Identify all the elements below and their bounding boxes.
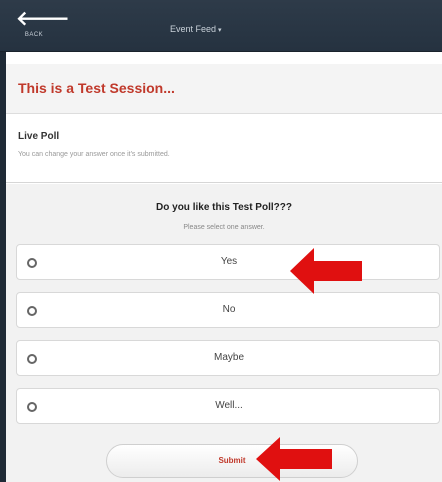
event-feed-dropdown[interactable]: Event Feed ▾ <box>170 24 222 38</box>
poll-option-maybe[interactable]: Maybe <box>16 340 440 376</box>
option-label: No <box>222 304 236 315</box>
submit-label: Submit <box>218 456 246 465</box>
poll-option-yes[interactable]: Yes <box>16 244 440 280</box>
back-label: BACK <box>24 32 44 38</box>
poll-type-label: Live Poll <box>18 131 60 142</box>
back-button[interactable]: 🡐 BACK <box>16 8 70 46</box>
option-label: Maybe <box>213 352 244 363</box>
annotation-arrow-icon <box>256 437 332 481</box>
option-label: Well... <box>215 400 243 411</box>
content-panel: This is a Test Session... Live Poll You … <box>6 52 442 482</box>
caret-down-icon: ▾ <box>218 27 222 34</box>
session-title: This is a Test Session... <box>18 80 175 96</box>
poll-body: Do you like this Test Poll??? Please sel… <box>6 184 442 482</box>
event-feed-label: Event Feed <box>170 24 217 34</box>
poll-instruction: Please select one answer. <box>183 224 265 231</box>
poll-header: Live Poll You can change your answer onc… <box>6 115 442 183</box>
poll-note: You can change your answer once it's sub… <box>18 151 170 158</box>
option-label: Yes <box>220 256 238 267</box>
poll-option-no[interactable]: No <box>16 292 440 328</box>
poll-question: Do you like this Test Poll??? <box>156 202 292 213</box>
session-header: This is a Test Session... <box>6 64 442 114</box>
top-nav-bar: 🡐 BACK Event Feed ▾ <box>0 0 442 52</box>
poll-option-well[interactable]: Well... <box>16 388 440 424</box>
back-arrow-icon: 🡐 <box>16 8 70 30</box>
annotation-arrow-icon <box>290 248 362 294</box>
